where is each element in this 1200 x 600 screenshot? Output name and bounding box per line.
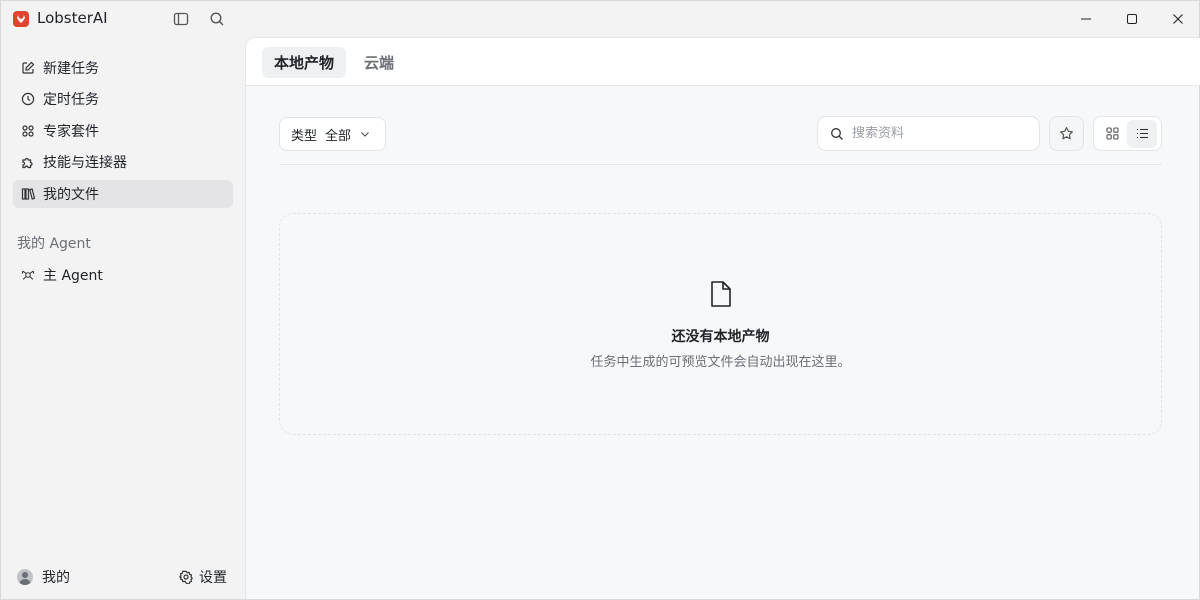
list-view-button[interactable] — [1127, 119, 1157, 148]
user-label: 我的 — [42, 570, 70, 586]
filter-label: 类型 — [291, 128, 318, 144]
app-title: LobsterAI — [37, 9, 108, 27]
sidebar: 新建任务 定时任务 专家套件 技能与连接器 我的文件 我的 Agent 主 Ag… — [1, 37, 245, 599]
empty-state-subtitle: 任务中生成的可预览文件会自动出现在这里。 — [590, 355, 851, 370]
toolbar-divider — [279, 164, 1162, 165]
settings-button[interactable]: 设置 — [179, 567, 227, 587]
user-profile-button[interactable]: 我的 — [17, 567, 70, 587]
settings-label: 设置 — [199, 570, 227, 586]
books-icon — [21, 187, 35, 201]
sidebar-item-label: 专家套件 — [43, 124, 99, 140]
minimize-button[interactable] — [1063, 1, 1109, 37]
empty-state: 还没有本地产物 任务中生成的可预览文件会自动出现在这里。 — [279, 213, 1162, 435]
clock-icon — [21, 92, 35, 106]
grid-view-button[interactable] — [1097, 120, 1127, 148]
sidebar-item-label: 定时任务 — [43, 92, 99, 108]
sidebar-item-expert-kit[interactable]: 专家套件 — [13, 117, 233, 145]
search-icon[interactable] — [208, 10, 226, 28]
sidebar-item-skills-connectors[interactable]: 技能与连接器 — [13, 148, 233, 176]
star-icon — [1059, 126, 1074, 141]
sidebar-item-scheduled-task[interactable]: 定时任务 — [13, 85, 233, 113]
sidebar-item-main-agent[interactable]: 主 Agent — [13, 261, 233, 289]
sidebar-item-new-task[interactable]: 新建任务 — [13, 54, 233, 82]
view-mode-toggle — [1093, 116, 1162, 151]
empty-state-title: 还没有本地产物 — [671, 329, 770, 345]
edit-icon — [21, 61, 35, 75]
app-window: LobsterAI 新建任务 定时任务 专家套件 技能与连接器 我的文件 我的 … — [0, 0, 1200, 600]
search-icon — [830, 127, 844, 141]
close-button[interactable] — [1155, 1, 1200, 37]
tab-local-artifacts[interactable]: 本地产物 — [262, 47, 347, 78]
chevron-down-icon — [359, 128, 371, 140]
avatar — [17, 569, 33, 585]
type-filter-dropdown[interactable]: 类型 全部 — [279, 117, 386, 151]
section-label-my-agent: 我的 Agent — [17, 236, 91, 252]
grid-icon — [1105, 127, 1119, 140]
sidebar-toggle-icon[interactable] — [172, 10, 190, 28]
sidebar-item-label: 技能与连接器 — [43, 155, 127, 171]
maximize-button[interactable] — [1109, 1, 1155, 37]
sidebar-item-my-files[interactable]: 我的文件 — [13, 180, 233, 208]
tab-bar: 本地产物 云端 — [246, 38, 1200, 86]
search-input[interactable] — [852, 126, 1022, 141]
gear-icon — [179, 570, 193, 584]
list-icon — [1136, 127, 1149, 140]
main-panel: 本地产物 云端 类型 全部 搜索资料 还没有本地产物 任务中生成的可预览文件会自… — [245, 37, 1200, 599]
grid-dots-icon — [21, 124, 35, 138]
sidebar-item-label: 新建任务 — [43, 61, 99, 77]
lobster-logo-icon — [13, 11, 29, 27]
favorites-button[interactable] — [1049, 116, 1084, 151]
filter-value: 全部 — [325, 128, 352, 144]
search-field[interactable] — [817, 116, 1040, 151]
sidebar-item-label: 我的文件 — [43, 187, 99, 203]
puzzle-icon — [21, 155, 35, 169]
file-icon — [708, 280, 734, 308]
tab-cloud[interactable]: 云端 — [352, 47, 406, 78]
title-bar: LobsterAI — [1, 1, 1199, 37]
agent-icon — [21, 268, 35, 282]
sidebar-item-label: 主 Agent — [43, 268, 103, 284]
